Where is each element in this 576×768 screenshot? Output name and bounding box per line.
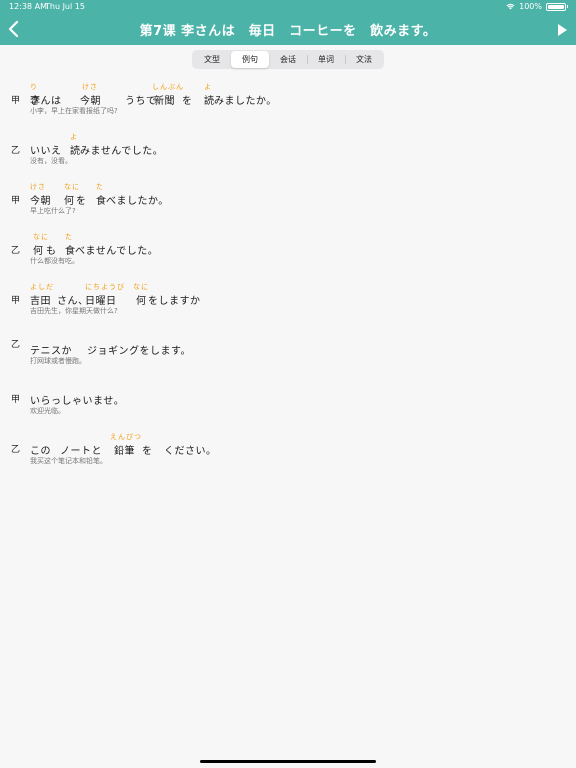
sentence-word: いいえ: [30, 146, 62, 157]
sentence-word: を: [76, 196, 87, 207]
sentence-word: この: [30, 446, 51, 457]
furigana-reading: た: [96, 183, 104, 191]
sentence-word: みましたか。: [214, 96, 277, 107]
sentence-word: 今朝: [80, 96, 101, 107]
chinese-translation: 小李，早上在家看报纸了吗?: [30, 107, 118, 115]
sentence-word: 何: [136, 296, 147, 307]
speaker-label: 甲: [11, 196, 21, 206]
chinese-translation: 打网球或者慢跑。: [30, 357, 86, 365]
speaker-label: 乙: [11, 445, 21, 455]
sentence-word: 何: [64, 196, 75, 207]
sentence-word: 食: [96, 196, 107, 207]
furigana-reading: けさ: [82, 83, 98, 91]
speaker-label: 甲: [11, 395, 21, 405]
tab-grammar[interactable]: 文法: [345, 51, 383, 68]
sentence-word: 新聞: [154, 96, 175, 107]
furigana-reading: けさ: [30, 183, 46, 191]
furigana-reading: よ: [204, 83, 212, 91]
sentence-word: 日曜日: [85, 296, 117, 307]
furigana-reading: よしだ: [30, 283, 54, 291]
furigana-reading: よ: [70, 133, 78, 141]
furigana-reading: なに: [133, 283, 149, 291]
sentence-word: いらっしゃいませ。: [30, 396, 125, 407]
sentence-word: 読: [204, 96, 215, 107]
chinese-translation: 没有，没看。: [30, 157, 72, 165]
furigana-reading: えんぴつ: [110, 433, 142, 441]
status-indicators: 100%: [506, 2, 568, 11]
sentence-word: を: [142, 446, 153, 457]
sentence-word: をしますか: [148, 296, 201, 307]
sentence-word: も: [46, 246, 57, 257]
speaker-label: 乙: [11, 340, 21, 350]
speaker-label: 甲: [11, 296, 21, 306]
speaker-label: 乙: [11, 246, 21, 256]
page-title: 第7课 李さんは 毎日 コーヒーを 飲みます。: [139, 24, 437, 39]
sentence-word: べませんでした。: [75, 246, 159, 257]
sentence-word: ノートと: [60, 446, 102, 457]
chinese-translation: 欢迎光临。: [30, 407, 65, 415]
furigana-reading: た: [65, 233, 73, 241]
sentence-word: 鉛筆: [114, 446, 135, 457]
sentence-word: 読: [70, 146, 81, 157]
chinese-translation: 吉田先生，你星期天做什么?: [30, 307, 118, 315]
speaker-label: 甲: [11, 96, 21, 106]
status-date: Thu Jul 15: [45, 2, 85, 11]
chinese-translation: 我买这个笔记本和铅笔。: [30, 457, 107, 465]
sentence-word: さんは: [30, 96, 62, 107]
play-icon[interactable]: [556, 23, 568, 37]
furigana-reading: なに: [33, 233, 49, 241]
furigana-reading: り: [30, 83, 38, 91]
tab-conversation[interactable]: 会话: [269, 51, 307, 68]
sentence-word: 何: [33, 246, 44, 257]
battery-icon: [546, 2, 566, 11]
furigana-reading: しんぶん: [152, 83, 184, 91]
sentence-word: 今朝: [30, 196, 51, 207]
home-indicator: [200, 760, 376, 763]
chinese-translation: 早上吃什么了?: [30, 207, 76, 215]
sentence-word: みませんでした。: [80, 146, 164, 157]
wifi-icon: [506, 3, 515, 10]
battery-tip: [567, 5, 568, 8]
speaker-label: 乙: [11, 146, 21, 156]
top-bar: 12:38 AM Thu Jul 15 100% 第7课 李さんは 毎日 コーヒ…: [0, 0, 576, 45]
sentence-word: 吉田: [30, 296, 51, 307]
tab-example-sentences[interactable]: 例句: [231, 51, 269, 68]
furigana-reading: なに: [64, 183, 80, 191]
tab-vocabulary[interactable]: 单词: [307, 51, 345, 68]
sentence-word: 食: [65, 246, 76, 257]
sentence-word: ください。: [164, 446, 217, 457]
sentence-word: さん、: [57, 296, 89, 307]
battery-percentage: 100%: [519, 2, 542, 11]
sentence-word: テニスか: [30, 346, 72, 357]
sentence-word: べましたか。: [106, 196, 169, 207]
tab-sentence-patterns[interactable]: 文型: [193, 51, 231, 68]
sentence-word: を: [182, 96, 193, 107]
section-tabs: 文型 例句 会话 单词 文法: [192, 50, 384, 69]
sentence-word: うちで: [125, 96, 157, 107]
sentence-word: ジョギングをします。: [87, 346, 191, 357]
chinese-translation: 什么都没有吃。: [30, 257, 79, 265]
furigana-reading: にちようび: [85, 283, 125, 291]
status-time: 12:38 AM: [9, 2, 47, 11]
